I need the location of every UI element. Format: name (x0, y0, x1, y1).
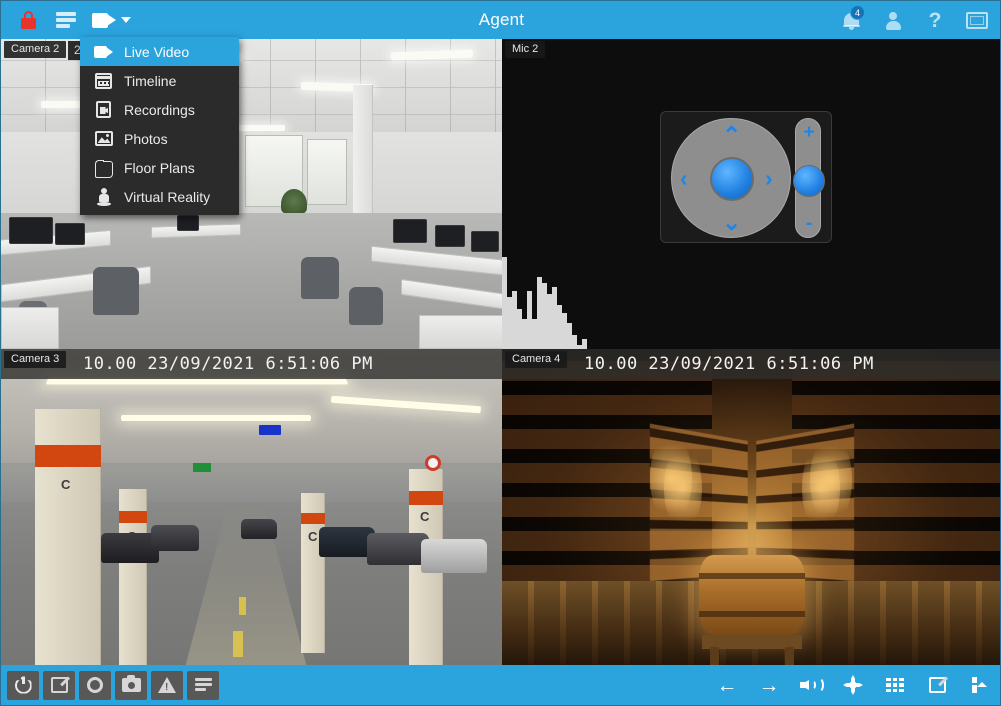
video-camera-icon (92, 13, 116, 28)
user-account-button[interactable] (874, 3, 912, 37)
bottom-toolbar-left (1, 671, 219, 700)
menu-item-photos[interactable]: Photos (80, 124, 239, 153)
map-icon (94, 158, 113, 177)
photo-camera-icon (122, 678, 141, 692)
lock-button[interactable] (9, 4, 47, 36)
move-crosshair-icon (843, 675, 863, 695)
menu-item-label: Virtual Reality (124, 189, 210, 205)
menu-item-recordings[interactable]: Recordings (80, 95, 239, 124)
menu-item-virtual-reality[interactable]: Virtual Reality (80, 182, 239, 211)
server-list-button[interactable] (47, 4, 85, 36)
help-icon: ? (929, 10, 942, 31)
window-mode-button[interactable] (958, 3, 996, 37)
grid-layout-button[interactable] (882, 672, 908, 698)
calendar-icon (94, 71, 113, 90)
help-button[interactable]: ? (916, 3, 954, 37)
menu-item-floor-plans[interactable]: Floor Plans (80, 153, 239, 182)
photo-icon (94, 129, 113, 148)
volume-button[interactable] (798, 672, 824, 698)
menu-item-label: Photos (124, 131, 168, 147)
audio-level-waveform (502, 249, 602, 349)
video-pane-camera-3[interactable]: C C C C 10.00 23/09/2021 6:51:06 PM Came… (1, 349, 502, 667)
alerts-button[interactable] (151, 671, 183, 700)
video-pane-camera-4[interactable]: 10.00 23/09/2021 6:51:06 PM Camera 4 (502, 349, 1001, 667)
video-camera-icon (94, 42, 113, 61)
video-pane-camera-2[interactable]: Camera 2 2 (1, 39, 502, 349)
timestamp-camera-4: 10.00 23/09/2021 6:51:06 PM (502, 349, 1001, 379)
camera-2-video-feed (1, 39, 502, 349)
ptz-direction-pad[interactable]: ⌃ ⌄ ‹ › (671, 118, 791, 238)
arrow-left-icon: ← (717, 675, 738, 696)
ptz-control[interactable]: ⌃ ⌄ ‹ › + - (660, 111, 832, 243)
ptz-center-button[interactable] (710, 157, 754, 201)
server-list-icon (56, 12, 76, 29)
menu-item-label: Timeline (124, 73, 176, 89)
bottom-toolbar-right: ← → (714, 672, 992, 698)
camera-4-video-feed (502, 349, 1001, 667)
titlebar-right-tools: 4 ? (832, 1, 996, 39)
power-button[interactable] (7, 671, 39, 700)
edit-pencil-icon (51, 677, 68, 693)
pane-label-camera-3: Camera 3 (4, 351, 66, 368)
grid-icon (886, 678, 904, 692)
ptz-right-arrow-icon[interactable]: › (765, 167, 773, 190)
camera-dropdown-button[interactable] (85, 4, 137, 36)
title-bar: Agent 4 ? (1, 1, 1001, 39)
menu-item-timeline[interactable]: Timeline (80, 66, 239, 95)
main-navigation-menu[interactable]: Live Video Timeline Recordings Photos Fl… (80, 37, 239, 215)
video-pane-mic-2[interactable]: ⌃ ⌄ ‹ › + - (502, 39, 1001, 349)
edit-button[interactable] (43, 671, 75, 700)
ptz-zoom-out-label[interactable]: - (796, 214, 822, 233)
previous-button[interactable]: ← (714, 672, 740, 698)
ptz-zoom-knob[interactable] (793, 165, 825, 197)
log-button[interactable] (187, 671, 219, 700)
ptz-up-arrow-icon[interactable]: ⌃ (722, 124, 741, 147)
user-account-icon (885, 11, 902, 30)
speaker-icon (800, 676, 822, 694)
pane-label-mic-2: Mic 2 (505, 41, 545, 58)
camera-3-video-feed: C C C C (1, 349, 502, 667)
arrow-right-icon: → (759, 675, 780, 696)
edit-layout-icon (929, 677, 946, 693)
menu-item-live-video[interactable]: Live Video (80, 37, 239, 66)
ptz-down-arrow-icon[interactable]: ⌄ (722, 211, 741, 234)
record-button[interactable] (79, 671, 111, 700)
move-button[interactable] (840, 672, 866, 698)
edit-layout-button[interactable] (924, 672, 950, 698)
window-mode-icon (966, 12, 988, 29)
chevron-down-icon (121, 17, 131, 23)
notifications-button[interactable]: 4 (832, 3, 870, 37)
record-circle-icon (87, 677, 103, 693)
pane-label-camera-4: Camera 4 (505, 351, 567, 368)
notification-badge: 4 (850, 5, 865, 20)
ptz-left-arrow-icon[interactable]: ‹ (680, 167, 688, 190)
snapshot-button[interactable] (115, 671, 147, 700)
adjust-layout-button[interactable] (966, 672, 992, 698)
warning-triangle-icon (158, 677, 176, 693)
ptz-zoom-slider[interactable]: + - (795, 118, 821, 238)
adjust-layout-icon (971, 677, 987, 693)
ptz-zoom-in-label[interactable]: + (796, 123, 822, 142)
menu-item-label: Live Video (124, 44, 189, 60)
timestamp-camera-3: 10.00 23/09/2021 6:51:06 PM (1, 349, 502, 379)
log-lines-icon (195, 678, 212, 692)
next-button[interactable]: → (756, 672, 782, 698)
bottom-toolbar: ← → (1, 665, 1001, 705)
titlebar-left-tools (1, 4, 137, 36)
menu-item-label: Floor Plans (124, 160, 195, 176)
vr-person-icon (94, 187, 113, 206)
lock-icon (21, 11, 36, 29)
agent-dvr-window: Agent 4 ? (0, 0, 1001, 706)
pane-label-camera-2: Camera 2 (4, 41, 66, 58)
menu-item-label: Recordings (124, 102, 195, 118)
power-icon (15, 677, 32, 694)
recordings-icon (94, 100, 113, 119)
